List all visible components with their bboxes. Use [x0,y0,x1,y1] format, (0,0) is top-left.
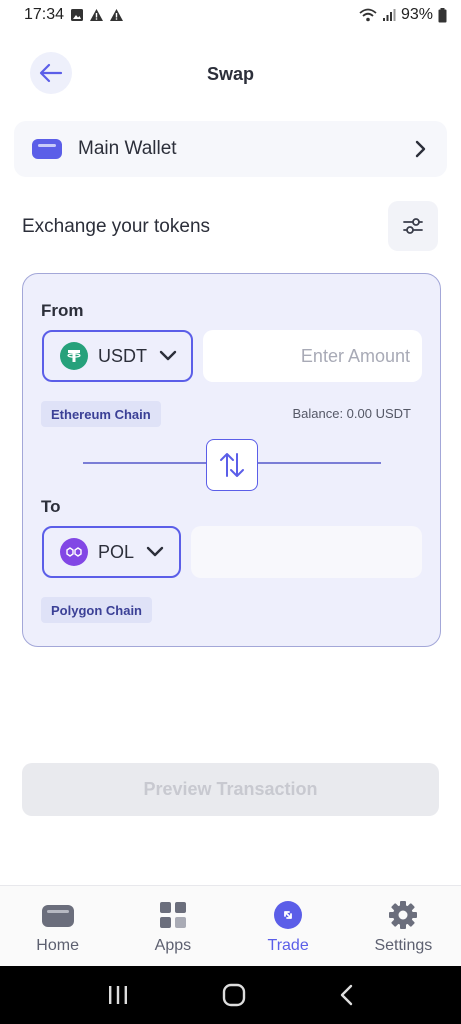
chevron-down-icon [159,350,177,361]
trade-icon [274,901,303,929]
gear-icon [389,901,418,929]
chevron-down-icon [146,546,164,557]
bottom-nav: Home Apps Trade Settings [0,885,461,966]
balance-text: Balance: 0.00 USDT [292,406,411,421]
from-token-name: USDT [98,345,147,366]
nav-label-home: Home [36,937,79,954]
preview-transaction-button[interactable]: Preview Transaction [22,763,439,816]
to-token-selector[interactable]: POL [42,526,181,578]
warning-icon [90,9,104,21]
wallet-label: Main Wallet [78,138,177,159]
from-label: From [41,301,84,320]
from-amount-input[interactable] [203,330,422,382]
nav-label-apps: Apps [154,937,192,954]
nav-label-trade: Trade [267,937,309,954]
apps-grid-icon [159,902,186,928]
to-chain-badge: Polygon Chain [41,597,152,623]
exchange-title: Exchange your tokens [22,216,211,237]
nav-item-trade[interactable]: Trade [231,886,346,966]
header: Swap [0,50,461,98]
battery-icon [438,7,447,22]
sliders-icon [403,218,423,234]
to-label: To [41,497,61,516]
to-token-name: POL [98,541,135,562]
slippage-settings-button[interactable] [388,201,438,251]
back-nav-icon[interactable] [339,984,355,1006]
wifi-icon [359,8,377,22]
wallet-icon [32,139,62,159]
status-bar: 17:34 93% [0,0,461,30]
status-time: 17:34 [24,6,65,23]
image-notification-icon [71,9,84,21]
page-title: Swap [206,64,254,84]
warning-icon [110,9,124,21]
swap-arrows-icon [220,453,244,477]
system-nav-bar [0,966,461,1024]
signal-icon [382,9,396,21]
wallet-selector[interactable]: Main Wallet [14,121,447,177]
to-amount-output [191,526,422,578]
home-button-icon[interactable] [222,983,246,1007]
chevron-right-icon [415,140,426,158]
from-chain-badge: Ethereum Chain [41,401,161,427]
nav-item-apps[interactable]: Apps [115,886,230,966]
swap-direction-button[interactable] [206,439,258,491]
nav-item-settings[interactable]: Settings [346,886,461,966]
recent-apps-icon[interactable] [107,985,129,1005]
from-token-selector[interactable]: USDT [42,330,193,382]
swap-card: From USDT Ethereum Chain Balance: 0.00 U… [22,273,441,647]
wallet-icon [41,905,74,927]
nav-item-home[interactable]: Home [0,886,115,966]
tether-logo-icon [60,342,88,370]
polygon-logo-icon [60,538,88,566]
battery-percent: 93% [400,6,433,23]
nav-label-settings: Settings [374,937,433,954]
